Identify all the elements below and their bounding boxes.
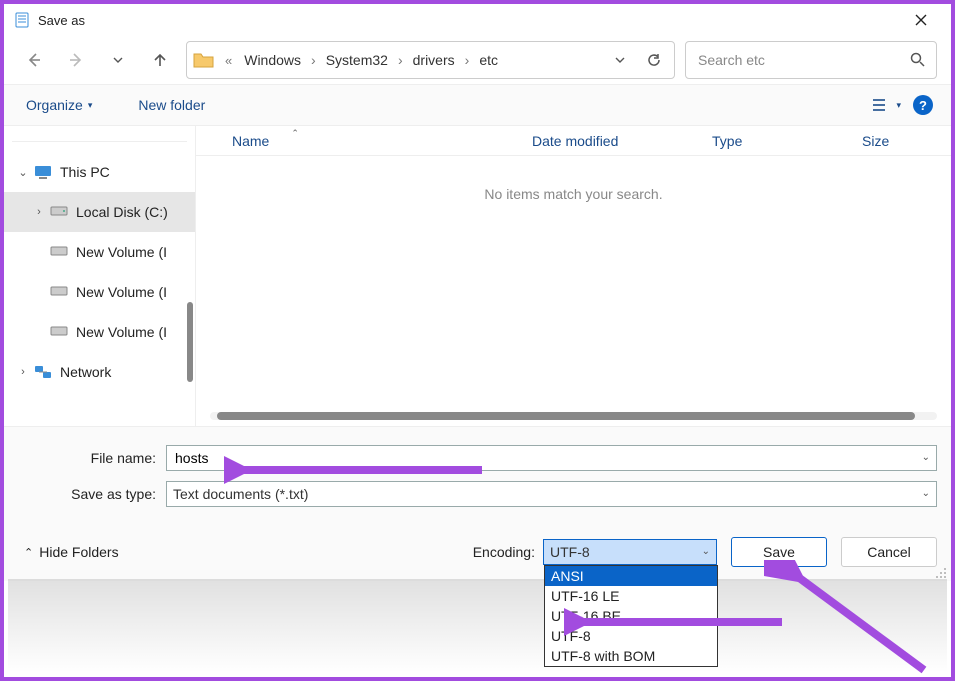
- saveas-label: Save as type:: [18, 486, 166, 502]
- filename-field[interactable]: ⌄: [166, 445, 937, 471]
- encoding-dropdown[interactable]: ANSI UTF-16 LE UTF-16 BE UTF-8 UTF-8 wit…: [544, 565, 718, 667]
- help-icon: ?: [913, 95, 933, 115]
- horizontal-scrollbar[interactable]: [210, 412, 937, 420]
- save-button[interactable]: Save: [731, 537, 827, 567]
- disk-icon: [50, 204, 68, 220]
- tree-item-volume[interactable]: New Volume (I: [4, 272, 195, 312]
- breadcrumb-segment[interactable]: Windows: [238, 48, 307, 72]
- breadcrumb-segment[interactable]: etc: [473, 48, 504, 72]
- close-button[interactable]: [899, 4, 943, 36]
- column-headers[interactable]: Name ⌃ Date modified Type Size: [196, 126, 951, 156]
- chevron-right-icon: ›: [309, 52, 318, 68]
- saveas-type-value: Text documents (*.txt): [173, 486, 308, 502]
- column-date[interactable]: Date modified: [532, 133, 712, 149]
- tree-item-local-disk[interactable]: › Local Disk (C:): [4, 192, 195, 232]
- back-button[interactable]: [18, 44, 50, 76]
- breadcrumb-overflow[interactable]: «: [221, 53, 236, 68]
- forward-button[interactable]: [60, 44, 92, 76]
- chevron-down-icon[interactable]: ⌄: [16, 166, 30, 179]
- encoding-option[interactable]: ANSI: [545, 566, 717, 586]
- sort-indicator-icon: ⌃: [291, 128, 299, 139]
- help-button[interactable]: ?: [909, 91, 937, 119]
- disk-icon: [50, 284, 68, 300]
- view-options-button[interactable]: [866, 91, 894, 119]
- breadcrumb-segment[interactable]: drivers: [407, 48, 461, 72]
- address-dropdown-button[interactable]: [606, 46, 634, 74]
- column-size[interactable]: Size: [862, 133, 942, 149]
- filename-input[interactable]: [173, 449, 930, 467]
- up-button[interactable]: [144, 44, 176, 76]
- tree-item-network[interactable]: › Network: [4, 352, 195, 392]
- hide-folders-button[interactable]: ⌃ Hide Folders: [18, 538, 125, 566]
- filename-label: File name:: [18, 450, 166, 466]
- tree-item-volume[interactable]: New Volume (I: [4, 312, 195, 352]
- column-name[interactable]: Name: [232, 133, 269, 149]
- chevron-down-icon: ⌄: [702, 546, 710, 557]
- cancel-button[interactable]: Cancel: [841, 537, 937, 567]
- saveas-type-field[interactable]: Text documents (*.txt) ⌄: [166, 481, 937, 507]
- resize-grip[interactable]: [933, 565, 947, 579]
- network-icon: [34, 364, 52, 380]
- encoding-option[interactable]: UTF-16 BE: [545, 606, 717, 626]
- breadcrumb-segment[interactable]: System32: [320, 48, 394, 72]
- column-type[interactable]: Type: [712, 133, 862, 149]
- new-folder-button[interactable]: New folder: [130, 91, 213, 119]
- chevron-right-icon: ›: [396, 52, 405, 68]
- disk-icon: [50, 324, 68, 340]
- chevron-right-icon: ›: [463, 52, 472, 68]
- notepad-icon: [14, 12, 30, 28]
- empty-message: No items match your search.: [196, 186, 951, 202]
- search-input[interactable]: [696, 51, 910, 69]
- file-list-pane: Name ⌃ Date modified Type Size No items …: [196, 126, 951, 426]
- encoding-option[interactable]: UTF-16 LE: [545, 586, 717, 606]
- saveas-dropdown-button[interactable]: ⌄: [922, 488, 930, 499]
- chevron-down-icon: ▾: [88, 100, 93, 111]
- encoding-label: Encoding:: [473, 544, 535, 560]
- chevron-right-icon[interactable]: ›: [32, 206, 46, 218]
- encoding-option[interactable]: UTF-8: [545, 626, 717, 646]
- window-title: Save as: [38, 13, 85, 28]
- tree-scrollbar[interactable]: [187, 302, 193, 382]
- chevron-right-icon[interactable]: ›: [16, 366, 30, 378]
- chevron-up-icon: ⌃: [24, 546, 33, 559]
- organize-menu[interactable]: Organize ▾: [18, 91, 100, 119]
- encoding-select[interactable]: UTF-8 ⌄ ANSI UTF-16 LE UTF-16 BE UTF-8 U…: [543, 539, 717, 565]
- disk-icon: [50, 244, 68, 260]
- search-box[interactable]: [685, 41, 937, 79]
- search-icon: [910, 52, 926, 68]
- recent-locations-button[interactable]: [102, 44, 134, 76]
- folder-icon: [193, 51, 215, 69]
- tree-item-volume[interactable]: New Volume (I: [4, 232, 195, 272]
- filename-dropdown-button[interactable]: ⌄: [922, 452, 930, 463]
- pc-icon: [34, 164, 52, 180]
- chevron-down-icon[interactable]: ▾: [896, 100, 901, 111]
- encoding-option[interactable]: UTF-8 with BOM: [545, 646, 717, 666]
- tree-item-this-pc[interactable]: ⌄ This PC: [4, 152, 195, 192]
- refresh-button[interactable]: [640, 46, 668, 74]
- address-bar[interactable]: « Windows › System32 › drivers › etc: [186, 41, 675, 79]
- navigation-tree[interactable]: ⌄ This PC › Local Disk (C:) New Volume (…: [4, 126, 196, 426]
